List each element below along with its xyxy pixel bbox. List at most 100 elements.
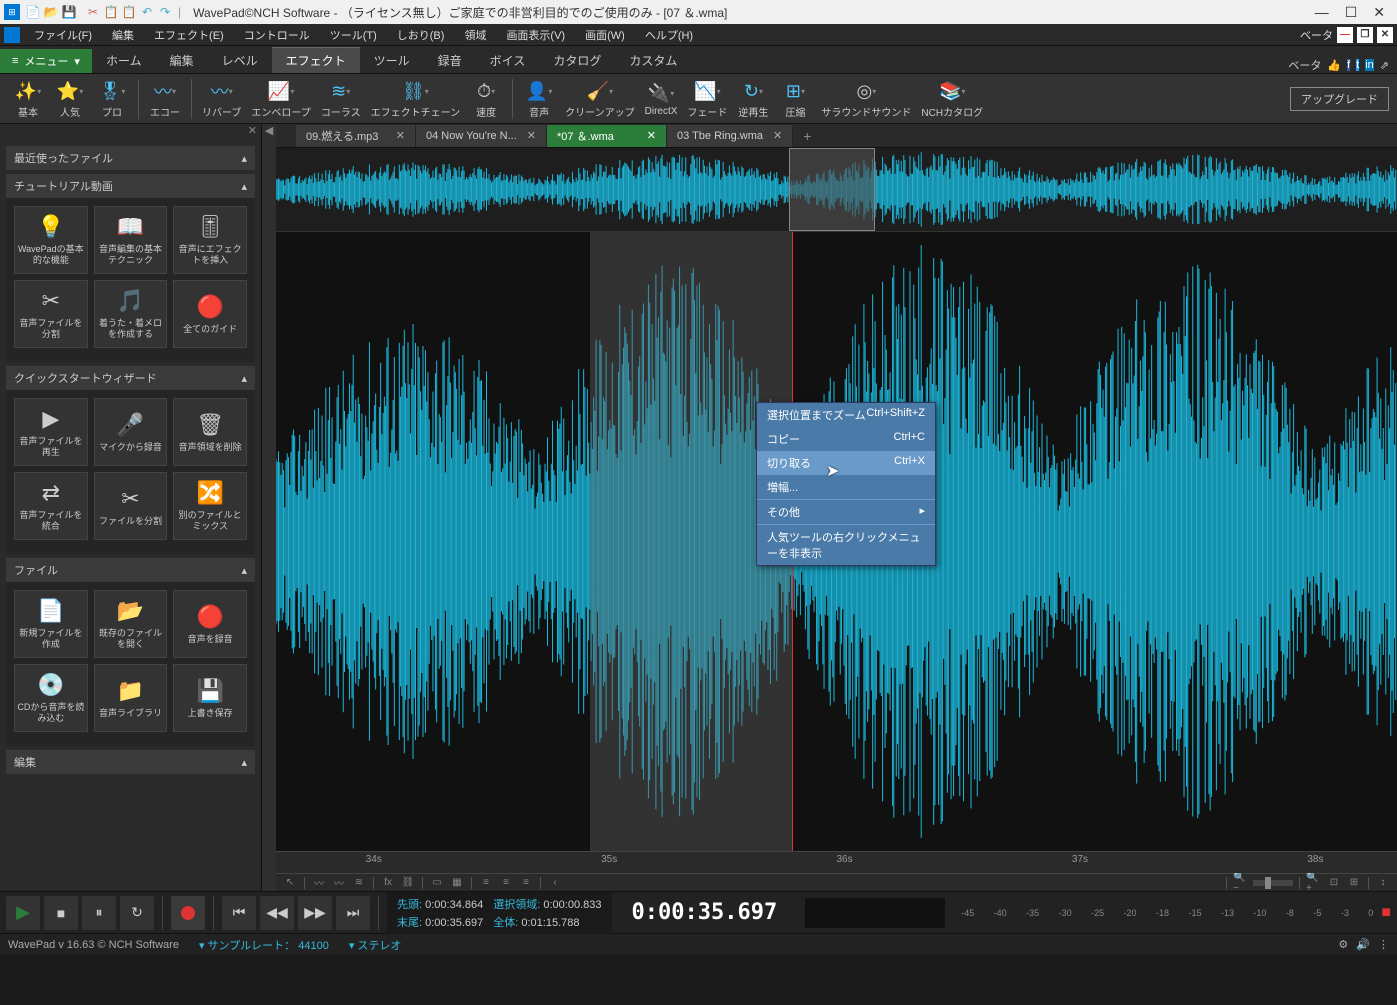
- tool-圧縮[interactable]: ⊞ ▾圧縮: [775, 78, 815, 119]
- tile-上書き保存[interactable]: 💾上書き保存: [173, 664, 247, 732]
- file-tab-0[interactable]: 09.燃える.mp3✕: [296, 125, 416, 147]
- linkedin-icon[interactable]: in: [1365, 59, 1374, 71]
- grid-icon[interactable]: ▦: [449, 876, 465, 890]
- menu-effect[interactable]: エフェクト(E): [148, 25, 230, 45]
- save-icon[interactable]: 💾: [60, 3, 78, 21]
- record-button[interactable]: [171, 896, 205, 930]
- skip-start-button[interactable]: ⏮: [222, 896, 256, 930]
- wave-view-2-icon[interactable]: 〰: [331, 876, 347, 890]
- menu-edit[interactable]: 編集: [106, 25, 140, 45]
- tile-ファイルを分割[interactable]: ✂ファイルを分割: [94, 472, 168, 540]
- loop-button[interactable]: ↻: [120, 896, 154, 930]
- cut-icon[interactable]: ✂: [84, 3, 102, 21]
- sidebar-close-icon[interactable]: ✕: [248, 124, 257, 142]
- tool-速度[interactable]: ⏱ ▾速度: [466, 78, 506, 119]
- context-item-3[interactable]: 増幅...: [757, 475, 935, 499]
- tool-逆再生[interactable]: ↻ ▾逆再生: [733, 78, 773, 119]
- menu-tool[interactable]: ツール(T): [324, 25, 383, 45]
- tool-プロ[interactable]: 🎖 ▾プロ: [92, 78, 132, 119]
- ribbon-tab-8[interactable]: カスタム: [615, 47, 691, 73]
- file-tab-3[interactable]: 03 Tbe Ring.wma✕: [667, 125, 793, 147]
- tile-音声を録音[interactable]: 🔴音声を録音: [173, 590, 247, 658]
- tool-DirectX[interactable]: 🔌 ▾DirectX: [641, 80, 682, 117]
- ribbon-tab-3[interactable]: エフェクト: [272, 47, 360, 73]
- sidebar-collapse-handle[interactable]: ◀: [262, 124, 276, 891]
- overview-selection[interactable]: [789, 148, 874, 231]
- wave-view-3-icon[interactable]: ≋: [351, 876, 367, 890]
- panel-header-2[interactable]: クイックスタートウィザード▴: [6, 366, 255, 390]
- copy-icon[interactable]: 📋: [102, 3, 120, 21]
- menu-file[interactable]: ファイル(F): [28, 25, 98, 45]
- ribbon-tab-5[interactable]: 録音: [424, 47, 476, 73]
- menu-region[interactable]: 領域: [458, 25, 492, 45]
- file-tab-1[interactable]: 04 Now You're N...✕: [416, 125, 547, 147]
- zoom-slider[interactable]: [1253, 880, 1293, 886]
- tool-エコー[interactable]: 〰 ▾エコー: [145, 78, 185, 119]
- like-icon[interactable]: 👍: [1327, 59, 1341, 72]
- context-item-5[interactable]: 人気ツールの右クリックメニューを非表示: [757, 525, 935, 565]
- settings-icon[interactable]: ⚙: [1338, 938, 1348, 951]
- tool-基本[interactable]: ✨ ▾基本: [8, 78, 48, 119]
- child-window-restore-icon[interactable]: ❐: [1357, 27, 1373, 43]
- ribbon-tab-0[interactable]: ホーム: [92, 47, 156, 73]
- tile-全てのガイド[interactable]: 🔴全てのガイド: [173, 280, 247, 348]
- tile-CDから音声を読み込む[interactable]: 💿CDから音声を読み込む: [14, 664, 88, 732]
- main-waveform[interactable]: 選択位置までズームCtrl+Shift+ZコピーCtrl+C切り取るCtrl+X…: [276, 232, 1397, 851]
- tool-クリーンアップ[interactable]: 🧹 ▾クリーンアップ: [561, 78, 639, 119]
- ribbon-tab-6[interactable]: ボイス: [476, 47, 540, 73]
- tile-既存のファイルを開く[interactable]: 📂既存のファイルを開く: [94, 590, 168, 658]
- zoom-out-icon[interactable]: 🔍−: [1233, 876, 1249, 890]
- fx-chain-icon[interactable]: ⛓: [400, 876, 416, 890]
- twitter-icon[interactable]: t: [1356, 59, 1359, 71]
- volume-icon[interactable]: 🔊: [1356, 938, 1370, 951]
- facebook-icon[interactable]: f: [1347, 59, 1350, 71]
- close-button[interactable]: ✕: [1373, 4, 1385, 21]
- tool-NCHカタログ[interactable]: 📚 ▾NCHカタログ: [917, 78, 987, 119]
- tool-エンベロープ[interactable]: 📈 ▾エンベロープ: [247, 78, 314, 119]
- tile-WavePadの基本的な機能[interactable]: 💡WavePadの基本的な機能: [14, 206, 88, 274]
- tool-エフェクトチェーン[interactable]: ⛓ ▾エフェクトチェーン: [367, 78, 465, 119]
- upgrade-button[interactable]: アップグレード: [1290, 87, 1389, 111]
- undo-icon[interactable]: ↶: [138, 3, 156, 21]
- panel-header-4[interactable]: 編集▴: [6, 750, 255, 774]
- paste-icon[interactable]: 📋: [120, 3, 138, 21]
- panel-header-0[interactable]: 最近使ったファイル▴: [6, 146, 255, 170]
- tile-音声ライブラリ[interactable]: 📁音声ライブラリ: [94, 664, 168, 732]
- tool-コーラス[interactable]: ≋ ▾コーラス: [317, 78, 365, 119]
- align-right-icon[interactable]: ≡: [518, 876, 534, 890]
- stop-button[interactable]: ■: [44, 896, 78, 930]
- tool-音声[interactable]: 👤 ▾音声: [519, 78, 559, 119]
- tool-リバーブ[interactable]: 〰 ▾リバーブ: [198, 78, 245, 119]
- tile-音声領域を削除[interactable]: 🗑音声領域を削除: [173, 398, 247, 466]
- menu-bookmark[interactable]: しおり(B): [391, 25, 451, 45]
- share-icon[interactable]: ⇗: [1380, 59, 1389, 72]
- context-item-0[interactable]: 選択位置までズームCtrl+Shift+Z: [757, 403, 935, 427]
- context-item-1[interactable]: コピーCtrl+C: [757, 427, 935, 451]
- context-item-4[interactable]: その他▸: [757, 500, 935, 524]
- skip-end-button[interactable]: ⏭: [336, 896, 370, 930]
- new-file-icon[interactable]: 📄: [24, 3, 42, 21]
- align-left-icon[interactable]: ≡: [478, 876, 494, 890]
- tile-音声ファイルを分割[interactable]: ✂音声ファイルを分割: [14, 280, 88, 348]
- menu-view[interactable]: 画面表示(V): [500, 25, 571, 45]
- tool-サラウンドサウンド[interactable]: ◎ ▾サラウンドサウンド: [817, 78, 915, 119]
- tile-音声編集の基本テクニック[interactable]: 📖音声編集の基本テクニック: [94, 206, 168, 274]
- tile-マイクから録音[interactable]: 🎤マイクから録音: [94, 398, 168, 466]
- maximize-button[interactable]: ☐: [1345, 4, 1358, 21]
- open-folder-icon[interactable]: 📂: [42, 3, 60, 21]
- file-tab-2[interactable]: *07 ＆.wma✕: [547, 125, 667, 147]
- ribbon-tab-7[interactable]: カタログ: [539, 47, 615, 73]
- zoom-vert-icon[interactable]: ↕: [1375, 876, 1391, 890]
- timeline[interactable]: 34s35s36s37s38s: [276, 851, 1397, 873]
- tile-着うた・着メロを作成する[interactable]: 🎵着うた・着メロを作成する: [94, 280, 168, 348]
- context-item-2[interactable]: 切り取るCtrl+X: [757, 451, 935, 475]
- tab-close-icon[interactable]: ✕: [527, 129, 536, 142]
- ribbon-tab-4[interactable]: ツール: [360, 47, 424, 73]
- forward-button[interactable]: ▶▶: [298, 896, 332, 930]
- add-tab-button[interactable]: +: [793, 128, 821, 144]
- align-center-icon[interactable]: ≡: [498, 876, 514, 890]
- tile-別のファイルとミックス[interactable]: 🔀別のファイルとミックス: [173, 472, 247, 540]
- play-button[interactable]: ▶: [6, 896, 40, 930]
- menu-help[interactable]: ヘルプ(H): [639, 25, 699, 45]
- redo-icon[interactable]: ↷: [156, 3, 174, 21]
